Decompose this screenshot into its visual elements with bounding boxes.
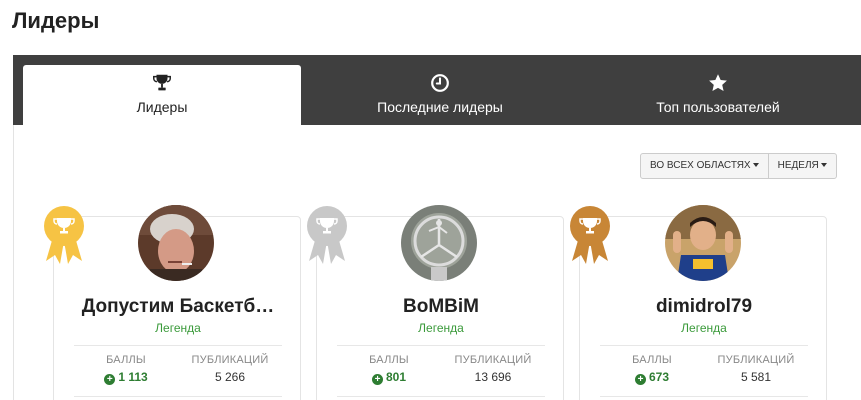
plus-circle-icon: + [634, 374, 646, 385]
points-value: +1 113 [74, 370, 178, 385]
user-photo [138, 205, 214, 281]
clock-icon [431, 74, 449, 92]
leader-name[interactable]: dimidrol79 [580, 296, 828, 318]
trophy-icon [153, 74, 171, 91]
points-value: +673 [600, 370, 704, 385]
posts-label: ПУБЛИКАЦИЙ [454, 354, 532, 366]
silver-medal-icon [307, 206, 347, 264]
posts-value: 5 266 [214, 370, 246, 384]
caret-down-icon [820, 163, 827, 168]
tab-label: Последние лидеры [377, 99, 503, 115]
points-label: БАЛЛЫ [106, 354, 146, 366]
bronze-medal-icon [570, 206, 610, 264]
leader-name[interactable]: Допустим Баскетб… [54, 296, 302, 318]
points-stat: БАЛЛЫ +1 113 [74, 354, 178, 385]
leader-stats: БАЛЛЫ +801 ПУБЛИКАЦИЙ 13 696 [337, 345, 545, 397]
leader-stats: БАЛЛЫ +1 113 ПУБЛИКАЦИЙ 5 266 [74, 345, 282, 397]
points-label: БАЛЛЫ [369, 354, 409, 366]
period-filter-button[interactable]: НЕДЕЛЯ [767, 154, 836, 178]
user-photo [665, 205, 741, 281]
posts-stat: ПУБЛИКАЦИЙ 5 266 [178, 354, 282, 384]
period-filter-label: НЕДЕЛЯ [777, 160, 819, 171]
avatar[interactable] [138, 205, 214, 281]
points-stat: БАЛЛЫ +801 [337, 354, 441, 385]
tab-top-users[interactable]: Топ пользователей [579, 65, 857, 125]
tab-leaders[interactable]: Лидеры [23, 65, 301, 125]
tab-label: Топ пользователей [656, 99, 780, 115]
tabs-bar: Лидеры Последние лидеры Топ пользователе… [13, 55, 861, 125]
posts-stat: ПУБЛИКАЦИЙ 13 696 [441, 354, 545, 384]
points-number: 673 [648, 370, 670, 384]
avatar[interactable] [665, 205, 741, 281]
tab-label: Лидеры [136, 99, 188, 115]
points-number: 801 [385, 370, 407, 384]
points-number: 1 113 [118, 370, 148, 384]
scope-filter-button[interactable]: ВО ВСЕХ ОБЛАСТЯХ [641, 154, 768, 178]
plus-circle-icon: + [104, 374, 116, 385]
posts-stat: ПУБЛИКАЦИЙ 5 581 [704, 354, 808, 384]
filter-group: ВО ВСЕХ ОБЛАСТЯХ НЕДЕЛЯ [640, 153, 837, 179]
star-icon [709, 74, 727, 91]
leader-stats: БАЛЛЫ +673 ПУБЛИКАЦИЙ 5 581 [600, 345, 808, 397]
tab-recent-leaders[interactable]: Последние лидеры [301, 65, 579, 125]
leader-rank: Легенда [418, 321, 464, 335]
posts-value: 5 581 [740, 370, 772, 384]
page-title: Лидеры [12, 8, 100, 33]
points-value: +801 [337, 370, 441, 385]
caret-down-icon [752, 163, 759, 168]
avatar[interactable] [401, 205, 477, 281]
scope-filter-label: ВО ВСЕХ ОБЛАСТЯХ [650, 160, 751, 171]
leader-name[interactable]: BoMBiM [317, 296, 565, 318]
gold-medal-icon [44, 206, 84, 264]
leader-rank: Легенда [681, 321, 727, 335]
user-photo [401, 205, 477, 281]
plus-circle-icon: + [371, 374, 383, 385]
leader-rank: Легенда [155, 321, 201, 335]
posts-label: ПУБЛИКАЦИЙ [717, 354, 795, 366]
points-stat: БАЛЛЫ +673 [600, 354, 704, 385]
points-label: БАЛЛЫ [632, 354, 672, 366]
posts-value: 13 696 [474, 370, 512, 384]
posts-label: ПУБЛИКАЦИЙ [191, 354, 269, 366]
